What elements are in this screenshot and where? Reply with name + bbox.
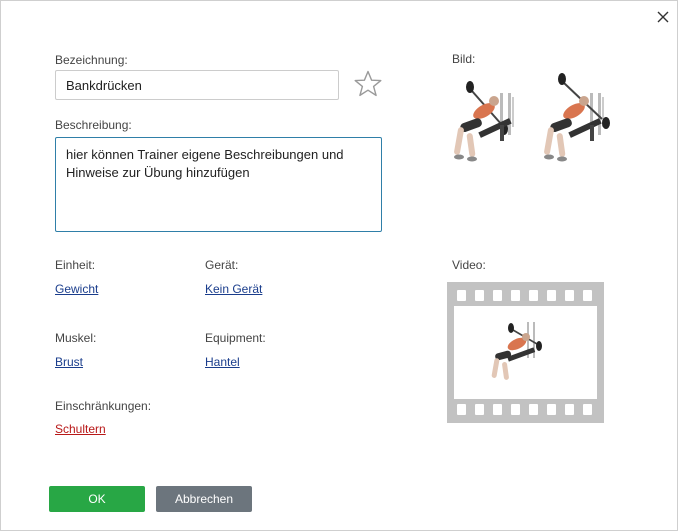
description-textarea[interactable]: hier können Trainer eigene Beschreibunge…	[55, 137, 382, 232]
video-thumbnail[interactable]	[447, 282, 604, 423]
name-input[interactable]	[55, 70, 339, 100]
unit-link[interactable]: Gewicht	[55, 282, 98, 296]
exercise-image-start	[454, 81, 514, 162]
exercise-image-end	[544, 73, 610, 162]
device-label: Gerät:	[205, 258, 239, 272]
ok-button[interactable]: OK	[49, 486, 145, 512]
restrictions-label: Einschränkungen:	[55, 399, 152, 413]
restrictions-link[interactable]: Schultern	[55, 422, 106, 436]
muscle-link[interactable]: Brust	[55, 355, 83, 369]
equipment-link[interactable]: Hantel	[205, 355, 240, 369]
close-button[interactable]	[653, 7, 673, 27]
video-label: Video:	[452, 258, 486, 272]
name-label: Bezeichnung:	[55, 53, 128, 67]
muscle-label: Muskel:	[55, 331, 97, 345]
favorite-star-icon[interactable]	[353, 69, 383, 99]
cancel-button[interactable]: Abbrechen	[156, 486, 252, 512]
unit-label: Einheit:	[55, 258, 96, 272]
close-icon	[657, 11, 669, 23]
device-link[interactable]: Kein Gerät	[205, 282, 262, 296]
exercise-dialog: Bezeichnung: Beschreibung: hier können T…	[0, 0, 678, 531]
description-label: Beschreibung:	[55, 118, 132, 132]
image-label: Bild:	[452, 52, 476, 66]
equipment-label: Equipment:	[205, 331, 266, 345]
